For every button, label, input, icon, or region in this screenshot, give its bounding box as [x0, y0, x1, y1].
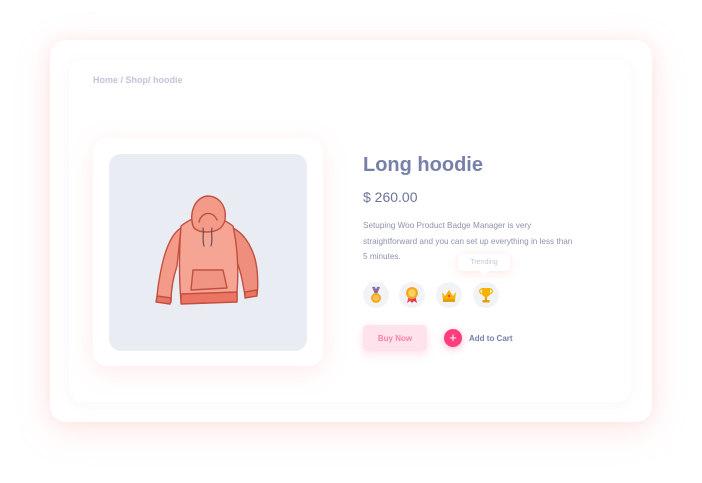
badge-trophy[interactable] [473, 282, 499, 308]
badge-award[interactable] [399, 282, 425, 308]
trophy-icon [479, 288, 493, 303]
badge-crown[interactable] [436, 282, 462, 308]
plus-icon[interactable]: + [444, 329, 462, 347]
award-ribbon-icon [406, 287, 418, 303]
add-to-cart-button[interactable]: + Add to Cart [444, 329, 513, 347]
hoodie-image [155, 195, 259, 305]
product-title: Long hoodie [363, 154, 483, 176]
badge-medal[interactable] [363, 282, 389, 308]
breadcrumb[interactable]: Home / Shop/ hoodie [93, 75, 183, 85]
product-price: $ 260.00 [363, 189, 418, 205]
buy-now-button[interactable]: Buy Now [363, 325, 427, 351]
add-to-cart-label[interactable]: Add to Cart [469, 334, 513, 343]
medal-icon [371, 286, 381, 303]
trending-tooltip: Trending [458, 254, 510, 271]
product-image-card [93, 138, 323, 366]
crown-icon [442, 290, 456, 302]
product-image [109, 154, 307, 351]
